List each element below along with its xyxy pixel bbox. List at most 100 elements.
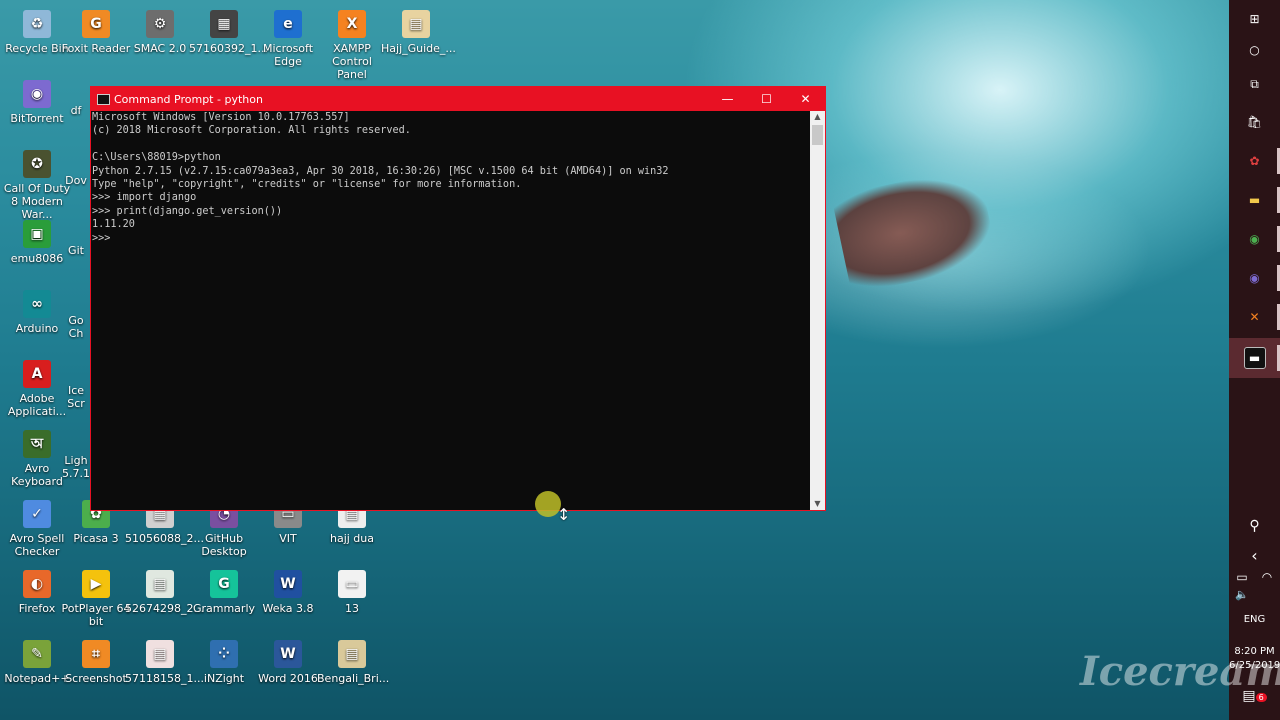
- vertical-scrollbar[interactable]: ▲ ▼: [810, 111, 825, 510]
- desktop-icon[interactable]: ◉ BitTorrent: [2, 76, 72, 125]
- desktop-icon-partial[interactable]: Go Ch: [62, 314, 90, 340]
- taskbar-item[interactable]: ◉: [1229, 220, 1280, 258]
- weka-icon: W: [274, 570, 302, 598]
- console-line: (c) 2018 Microsoft Corporation. All righ…: [92, 125, 411, 137]
- command-prompt-icon: ▬: [1243, 347, 1266, 369]
- battery-icon[interactable]: ▭: [1229, 570, 1255, 584]
- desktop-icon[interactable]: ▦ 57160392_1...: [189, 6, 268, 55]
- desktop-icon-label: Git: [68, 244, 84, 257]
- desktop-icon-partial[interactable]: df: [62, 104, 90, 117]
- people-icon[interactable]: ⚲: [1229, 518, 1280, 534]
- desktop-icon[interactable]: ▤ Hajj_Guide_...: [381, 6, 456, 55]
- close-button[interactable]: ✕: [786, 87, 825, 111]
- firefox-icon: ◐: [23, 570, 51, 598]
- desktop-icon[interactable]: W Weka 3.8: [253, 566, 323, 615]
- desktop-icon-label: 57118158_1...: [125, 672, 204, 685]
- windows-start-icon: ⊞: [1249, 12, 1260, 26]
- chrome-icon: ◉: [1249, 232, 1260, 246]
- avro-keyboard-icon: অ: [23, 430, 51, 458]
- desktop-icon[interactable]: ▶ PotPlayer 64 bit: [61, 566, 131, 628]
- desktop-icon[interactable]: ⌗ Screenshot: [61, 636, 131, 685]
- taskbar-item[interactable]: ◉: [1229, 259, 1280, 297]
- desktop-icon-label: Microsoft Edge: [262, 42, 314, 68]
- maximize-button[interactable]: ☐: [747, 87, 786, 111]
- console-line: 1.11.20: [92, 219, 135, 231]
- desktop-icon-label: 51056088_2...: [125, 532, 204, 545]
- console-line: >>>: [92, 232, 111, 244]
- desktop-icon-label: Grammarly: [192, 602, 256, 615]
- game-icon: ✪: [23, 150, 51, 178]
- taskbar-item[interactable]: 🛍: [1229, 103, 1280, 141]
- scroll-thumb[interactable]: [812, 125, 823, 145]
- taskbar-item[interactable]: ▬: [1229, 338, 1280, 378]
- desktop-icon-label: Dov: [65, 174, 87, 187]
- volume-icon[interactable]: 🔈: [1229, 588, 1255, 601]
- foxit-reader-icon: G: [82, 10, 110, 38]
- desktop-icon[interactable]: ▤ 52674298_2...: [125, 566, 204, 615]
- document-icon: ▭: [338, 570, 366, 598]
- window-title-bar[interactable]: Command Prompt - python — ☐ ✕: [91, 87, 825, 111]
- file-explorer-icon: ▬: [1248, 193, 1261, 207]
- desktop-icon[interactable]: ▤ Bengali_Bri...: [317, 636, 390, 685]
- desktop-icon[interactable]: ▣ emu8086: [2, 216, 72, 265]
- scroll-down-arrow-icon[interactable]: ▼: [810, 498, 825, 510]
- desktop-icon[interactable]: ▤ 57118158_1...: [125, 636, 204, 685]
- desktop-icon[interactable]: G Grammarly: [189, 566, 259, 615]
- adobe-icon: A: [23, 360, 51, 388]
- desktop-icon-label: VIT: [279, 532, 297, 545]
- desktop-icon[interactable]: ⁘ iNZight: [189, 636, 259, 685]
- desktop-icon[interactable]: ⚙ SMAC 2.0: [125, 6, 195, 55]
- store-icon: 🛍: [1246, 115, 1263, 129]
- xampp-icon: X: [338, 10, 366, 38]
- xampp-icon: ✕: [1249, 310, 1260, 324]
- desktop-icon[interactable]: e Microsoft Edge: [253, 6, 323, 68]
- desktop-icon-label: 13: [345, 602, 359, 615]
- desktop-icon-label: PotPlayer 64 bit: [61, 602, 131, 628]
- taskbar-item[interactable]: ✿: [1229, 142, 1280, 180]
- desktop-icon-partial[interactable]: Ligh 5.7.1: [62, 454, 90, 480]
- image-file-icon: ▦: [210, 10, 238, 38]
- desktop-icon-label: Picasa 3: [73, 532, 119, 545]
- desktop-icon-label: Bengali_Bri...: [317, 672, 390, 685]
- desktop-icon[interactable]: W Word 2016: [253, 636, 323, 685]
- desktop-icon[interactable]: X XAMPP Control Panel: [317, 6, 387, 81]
- console-output[interactable]: Microsoft Windows [Version 10.0.17763.55…: [91, 111, 810, 510]
- desktop-icon-label: Foxit Reader: [61, 42, 131, 55]
- document-icon: ▤: [146, 640, 174, 668]
- desktop-icon-label: hajj dua: [329, 532, 375, 545]
- window-title: Command Prompt - python: [114, 92, 263, 106]
- scroll-up-arrow-icon[interactable]: ▲: [810, 111, 825, 123]
- desktop-icon[interactable]: ▭ 13: [317, 566, 387, 615]
- resize-cursor-icon: ↕: [557, 505, 571, 524]
- console-line: >>> print(django.get_version()): [92, 205, 283, 217]
- document-icon: ▤: [338, 640, 366, 668]
- taskbar-item[interactable]: ⧉: [1229, 65, 1280, 103]
- desktop-icon-label: df: [70, 104, 82, 117]
- taskbar: ⊞ ○ ⧉ 🛍 ✿ ▬ ◉ ◉ ✕ ▬: [1229, 0, 1280, 720]
- desktop-icon-partial[interactable]: Git: [62, 244, 90, 257]
- desktop-icon[interactable]: G Foxit Reader: [61, 6, 131, 55]
- desktop-icon-label: Screenshot: [65, 672, 127, 685]
- desktop-icon-partial[interactable]: Dov: [62, 174, 90, 187]
- potplayer-icon: ▶: [82, 570, 110, 598]
- screenshot-icon: ⌗: [82, 640, 110, 668]
- desktop-icon-label: GitHub Desktop: [201, 532, 247, 558]
- command-prompt-window[interactable]: Command Prompt - python — ☐ ✕ Microsoft …: [90, 86, 826, 511]
- wifi-icon[interactable]: ◠: [1254, 570, 1280, 584]
- desktop-icon-label: Ice Scr: [67, 384, 85, 410]
- task-view-icon: ⧉: [1250, 76, 1259, 91]
- show-hidden-icons-chevron-icon[interactable]: ‹: [1229, 546, 1280, 565]
- bittorrent-icon: ◉: [23, 80, 51, 108]
- icecream-watermark: Icecream: [1080, 648, 1280, 695]
- console-line: Type "help", "copyright", "credits" or "…: [92, 178, 522, 190]
- grammarly-icon: G: [210, 570, 238, 598]
- desktop-icon-partial[interactable]: Ice Scr: [62, 384, 90, 410]
- avro-spell-icon: ✓: [23, 500, 51, 528]
- taskbar-item[interactable]: ▬: [1229, 181, 1280, 219]
- desktop-icon-label: Word 2016: [258, 672, 318, 685]
- taskbar-item[interactable]: ○: [1229, 31, 1280, 69]
- minimize-button[interactable]: —: [708, 87, 747, 111]
- language-indicator[interactable]: ENG: [1229, 614, 1280, 625]
- taskbar-item[interactable]: ✕: [1229, 298, 1280, 336]
